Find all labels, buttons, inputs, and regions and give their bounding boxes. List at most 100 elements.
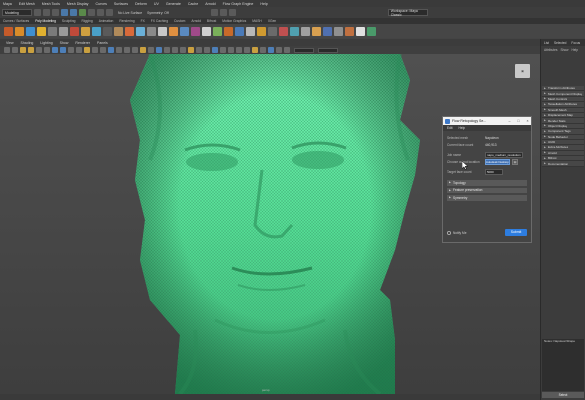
open-scene-icon[interactable] <box>43 9 50 16</box>
shelf-tool-icon[interactable] <box>114 26 123 36</box>
shelf-tab-curves-surfaces[interactable]: Curves / Surfaces <box>3 19 29 23</box>
viewport-tool-icon[interactable] <box>84 47 90 53</box>
snap-grid-icon[interactable] <box>97 9 104 16</box>
menu-curves[interactable]: Curves <box>95 2 106 6</box>
viewport-tool-icon[interactable] <box>180 47 186 53</box>
viewport-tool-icon[interactable] <box>212 47 218 53</box>
redo-icon[interactable] <box>70 9 77 16</box>
section-topology[interactable]: ▶ Topology <box>447 180 527 186</box>
workspace-selector[interactable]: Workspace: Maya Classic <box>387 9 428 17</box>
shelf-tab-fx-caching[interactable]: FX Caching <box>151 19 168 23</box>
shelf-tab-bifrost[interactable]: Bifrost <box>207 19 216 23</box>
viewport-tool-icon[interactable] <box>236 47 242 53</box>
viewport-tool-icon[interactable] <box>108 47 114 53</box>
shelf-tool-icon[interactable] <box>48 26 57 36</box>
snap-curve-icon[interactable] <box>106 9 113 16</box>
viewport-tool-icon[interactable] <box>284 47 290 53</box>
view-cube[interactable]: ▣ <box>515 64 530 78</box>
viewport-tool-icon[interactable] <box>172 47 178 53</box>
viewport-menu-panels[interactable]: Panels <box>97 41 108 45</box>
viewport-tool-icon[interactable] <box>148 47 154 53</box>
undo-icon[interactable] <box>61 9 68 16</box>
viewport-tool-icon[interactable] <box>68 47 74 53</box>
render-icon[interactable] <box>210 9 218 16</box>
shelf-tool-icon[interactable] <box>59 26 68 36</box>
shelf-tool-icon[interactable] <box>15 26 24 36</box>
shelf-tab-arnold[interactable]: Arnold <box>191 19 201 23</box>
shelf-tool-icon[interactable] <box>26 26 35 36</box>
shelf-tool-icon[interactable] <box>367 26 376 36</box>
no-live-surface[interactable]: No Live Surface <box>118 11 142 15</box>
viewport-tool-icon[interactable] <box>52 47 58 53</box>
attr-sub-help[interactable]: Help <box>571 48 578 52</box>
shelf-tab-mash[interactable]: MASH <box>252 19 262 23</box>
shelf-tab-poly-modeling[interactable]: Poly Modeling <box>35 19 56 23</box>
menu-surfaces[interactable]: Surfaces <box>114 2 128 6</box>
shelf-tab-sculpting[interactable]: Sculpting <box>62 19 76 23</box>
shelf-tool-icon[interactable] <box>136 26 145 36</box>
viewport-tool-icon[interactable] <box>260 47 266 53</box>
viewport-tool-icon[interactable] <box>244 47 250 53</box>
ipr-render-icon[interactable] <box>219 9 227 16</box>
viewport-menu-show[interactable]: Show <box>60 41 69 45</box>
shelf-tab-motion-graphics[interactable]: Motion Graphics <box>222 19 246 23</box>
menu-mesh-display[interactable]: Mesh Display <box>67 2 89 6</box>
dialog-menu-help[interactable]: Help <box>459 126 466 130</box>
shelf-tool-icon[interactable] <box>70 26 79 36</box>
shelf-tool-icon[interactable] <box>268 26 277 36</box>
shelf-tool-icon[interactable] <box>290 26 299 36</box>
viewport-tool-icon[interactable] <box>100 47 106 53</box>
shelf-tab-custom[interactable]: Custom <box>174 19 185 23</box>
shelf-tab-animation[interactable]: Animation <box>99 19 114 23</box>
new-scene-icon[interactable] <box>34 9 41 16</box>
mode-selector[interactable]: Modeling <box>2 9 32 16</box>
shelf-tool-icon[interactable] <box>202 26 211 36</box>
viewport-menu-shading[interactable]: Shading <box>21 41 34 45</box>
select-hierarchy-icon[interactable] <box>79 9 86 16</box>
shelf-tool-icon[interactable] <box>334 26 343 36</box>
submit-button[interactable]: Submit <box>505 229 527 236</box>
shelf-tool-icon[interactable] <box>257 26 266 36</box>
viewport-menu-view[interactable]: View <box>6 41 14 45</box>
select-object-icon[interactable] <box>88 9 95 16</box>
shelf-tool-icon[interactable] <box>246 26 255 36</box>
viewport-tool-icon[interactable] <box>156 47 162 53</box>
menu-flow-graph-engine[interactable]: Flow Graph Engine <box>223 2 254 6</box>
viewport-tool-icon[interactable] <box>188 47 194 53</box>
notes-panel[interactable]: Notes: NapoleonShape <box>542 339 584 391</box>
viewport-menu-lighting[interactable]: Lighting <box>40 41 52 45</box>
attr-tab-selected[interactable]: Selected <box>554 41 566 45</box>
dialog-menu-edit[interactable]: Edit <box>447 126 453 130</box>
save-scene-icon[interactable] <box>52 9 59 16</box>
output-location-button[interactable]: Autodesk Desktop Connector <box>485 159 510 165</box>
viewport-tool-icon[interactable] <box>132 47 138 53</box>
shelf-tool-icon[interactable] <box>92 26 101 36</box>
render-settings-icon[interactable] <box>228 9 236 16</box>
viewport-value-field[interactable] <box>294 47 314 53</box>
menu-cache[interactable]: Cache <box>188 2 198 6</box>
attr-tab-list[interactable]: List <box>544 41 549 45</box>
viewport-tool-icon[interactable] <box>196 47 202 53</box>
shelf-tool-icon[interactable] <box>279 26 288 36</box>
viewport-tool-icon[interactable] <box>60 47 66 53</box>
menu-help[interactable]: Help <box>260 2 267 6</box>
attr-tab-focus[interactable]: Focus <box>571 41 580 45</box>
shelf-tool-icon[interactable] <box>191 26 200 36</box>
viewport-tool-icon[interactable] <box>92 47 98 53</box>
viewport-value-field[interactable] <box>318 47 338 53</box>
shelf-tool-icon[interactable] <box>180 26 189 36</box>
shelf-tab-xgen[interactable]: XGen <box>268 19 276 23</box>
menu-arnold[interactable]: Arnold <box>205 2 215 6</box>
shelf-tool-icon[interactable] <box>169 26 178 36</box>
shelf-tool-icon[interactable] <box>356 26 365 36</box>
viewport-tool-icon[interactable] <box>204 47 210 53</box>
viewport-menu-renderer[interactable]: Renderer <box>75 41 90 45</box>
shelf-tool-icon[interactable] <box>125 26 134 36</box>
attr-sub-attributes[interactable]: Attributes <box>544 48 557 52</box>
shelf-tab-fx[interactable]: FX <box>141 19 145 23</box>
minimize-icon[interactable]: – <box>506 119 513 123</box>
shelf-tool-icon[interactable] <box>224 26 233 36</box>
viewport-tool-icon[interactable] <box>4 47 10 53</box>
viewport-tool-icon[interactable] <box>36 47 42 53</box>
shelf-tool-icon[interactable] <box>301 26 310 36</box>
